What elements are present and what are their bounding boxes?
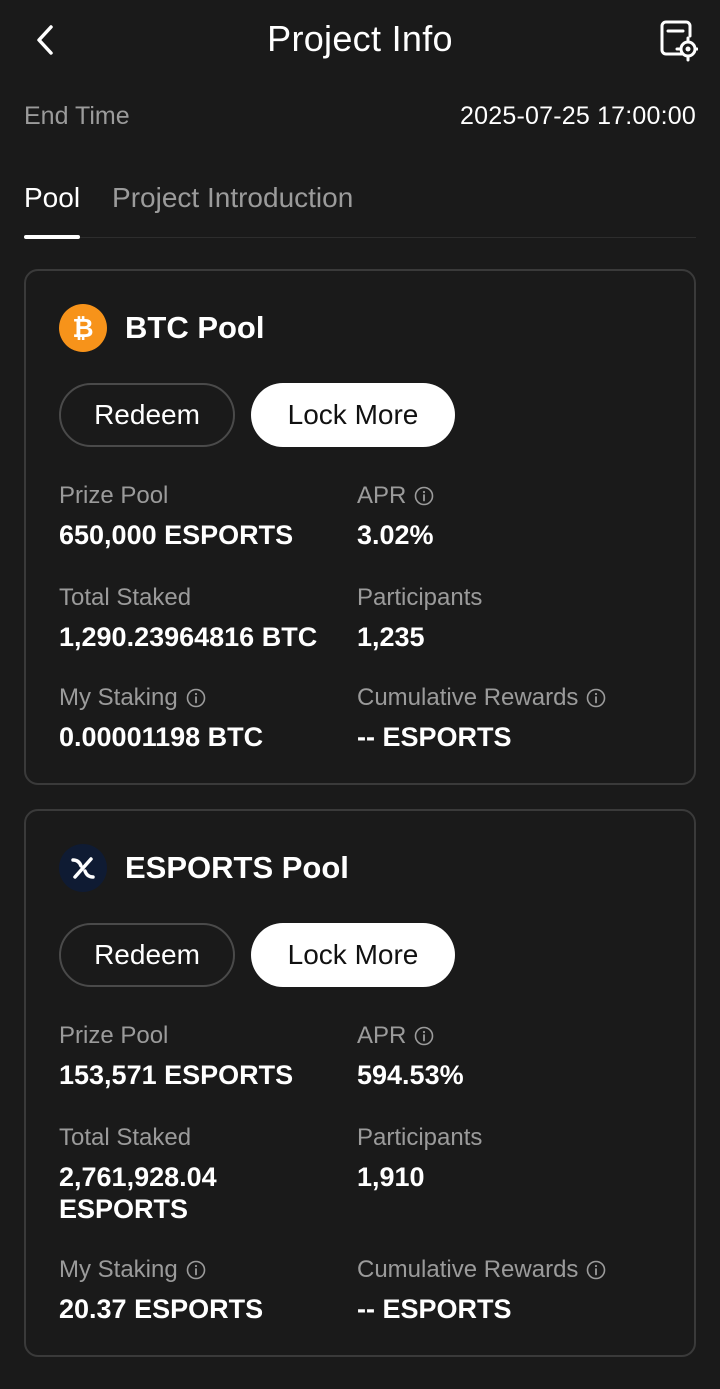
pool-actions: Redeem Lock More bbox=[59, 383, 455, 447]
info-icon[interactable] bbox=[414, 1026, 434, 1046]
apr-label: APR bbox=[357, 482, 407, 509]
info-icon[interactable] bbox=[586, 688, 606, 708]
total-staked-stat: Total Staked 1,290.23964816 BTC bbox=[59, 583, 369, 653]
pool-header: ₿ BTC Pool bbox=[59, 304, 265, 352]
pool-title: ESPORTS Pool bbox=[125, 850, 349, 885]
pool-card-btc: ₿ BTC Pool Redeem Lock More Prize Pool 6… bbox=[24, 269, 696, 785]
participants-label: Participants bbox=[357, 1124, 483, 1151]
bitcoin-icon: ₿ bbox=[59, 304, 107, 352]
apr-stat: APR 3.02% bbox=[357, 481, 657, 551]
apr-value: 3.02% bbox=[357, 520, 434, 550]
header-bar: Project Info bbox=[0, 0, 720, 80]
my-staking-label: My Staking bbox=[59, 1256, 178, 1283]
pool-card-esports: ESPORTS Pool Redeem Lock More Prize Pool… bbox=[24, 809, 696, 1357]
cumulative-rewards-label: Cumulative Rewards bbox=[357, 1256, 579, 1283]
participants-value: 1,910 bbox=[357, 1162, 425, 1192]
redeem-button[interactable]: Redeem bbox=[59, 923, 235, 987]
pool-title: BTC Pool bbox=[125, 310, 265, 345]
total-staked-label: Total Staked bbox=[59, 584, 192, 611]
participants-stat: Participants 1,910 bbox=[357, 1123, 657, 1193]
prize-pool-label: Prize Pool bbox=[59, 1022, 169, 1049]
my-staking-label: My Staking bbox=[59, 684, 178, 711]
participants-stat: Participants 1,235 bbox=[357, 583, 657, 653]
total-staked-stat: Total Staked 2,761,928.04 ESPORTS bbox=[59, 1123, 319, 1225]
my-staking-stat: My Staking 0.00001198 BTC bbox=[59, 683, 359, 753]
end-time-row: End Time 2025-07-25 17:00:00 bbox=[24, 96, 696, 136]
tab-project-introduction[interactable]: Project Introduction bbox=[112, 176, 353, 238]
my-staking-value: 0.00001198 BTC bbox=[59, 722, 264, 752]
info-icon[interactable] bbox=[186, 1260, 206, 1280]
prize-pool-stat: Prize Pool 650,000 ESPORTS bbox=[59, 481, 359, 551]
svg-text:₿: ₿ bbox=[72, 314, 93, 344]
lock-more-button[interactable]: Lock More bbox=[251, 383, 455, 447]
tab-bar: Pool Project Introduction bbox=[24, 176, 696, 239]
total-staked-value: 1,290.23964816 BTC bbox=[59, 622, 318, 652]
pool-header: ESPORTS Pool bbox=[59, 844, 349, 892]
total-staked-label: Total Staked bbox=[59, 1124, 192, 1151]
lock-more-button[interactable]: Lock More bbox=[251, 923, 455, 987]
end-time-label: End Time bbox=[24, 101, 130, 130]
apr-value: 594.53% bbox=[357, 1060, 464, 1090]
total-staked-value: 2,761,928.04 ESPORTS bbox=[59, 1162, 217, 1224]
settings-document-icon bbox=[660, 20, 699, 62]
participants-value: 1,235 bbox=[357, 622, 425, 652]
participants-label: Participants bbox=[357, 584, 483, 611]
cumulative-rewards-stat: Cumulative Rewards -- ESPORTS bbox=[357, 1255, 657, 1325]
pool-actions: Redeem Lock More bbox=[59, 923, 455, 987]
info-icon[interactable] bbox=[414, 486, 434, 506]
page-title: Project Info bbox=[267, 18, 453, 59]
prize-pool-value: 153,571 ESPORTS bbox=[59, 1060, 294, 1090]
cumulative-rewards-stat: Cumulative Rewards -- ESPORTS bbox=[357, 683, 657, 753]
redeem-button[interactable]: Redeem bbox=[59, 383, 235, 447]
my-staking-value: 20.37 ESPORTS bbox=[59, 1294, 264, 1324]
esports-logo-icon bbox=[59, 844, 107, 892]
end-time-value: 2025-07-25 17:00:00 bbox=[460, 101, 696, 130]
cumulative-rewards-value: -- ESPORTS bbox=[357, 1294, 512, 1324]
apr-stat: APR 594.53% bbox=[357, 1021, 657, 1091]
info-icon[interactable] bbox=[186, 688, 206, 708]
tab-pool[interactable]: Pool bbox=[24, 176, 81, 239]
cumulative-rewards-label: Cumulative Rewards bbox=[357, 684, 579, 711]
prize-pool-label: Prize Pool bbox=[59, 482, 169, 509]
apr-label: APR bbox=[357, 1022, 407, 1049]
info-icon[interactable] bbox=[586, 1260, 606, 1280]
cumulative-rewards-value: -- ESPORTS bbox=[357, 722, 512, 752]
prize-pool-stat: Prize Pool 153,571 ESPORTS bbox=[59, 1021, 359, 1091]
my-staking-stat: My Staking 20.37 ESPORTS bbox=[59, 1255, 359, 1325]
settings-button[interactable] bbox=[658, 18, 699, 62]
prize-pool-value: 650,000 ESPORTS bbox=[59, 520, 294, 550]
